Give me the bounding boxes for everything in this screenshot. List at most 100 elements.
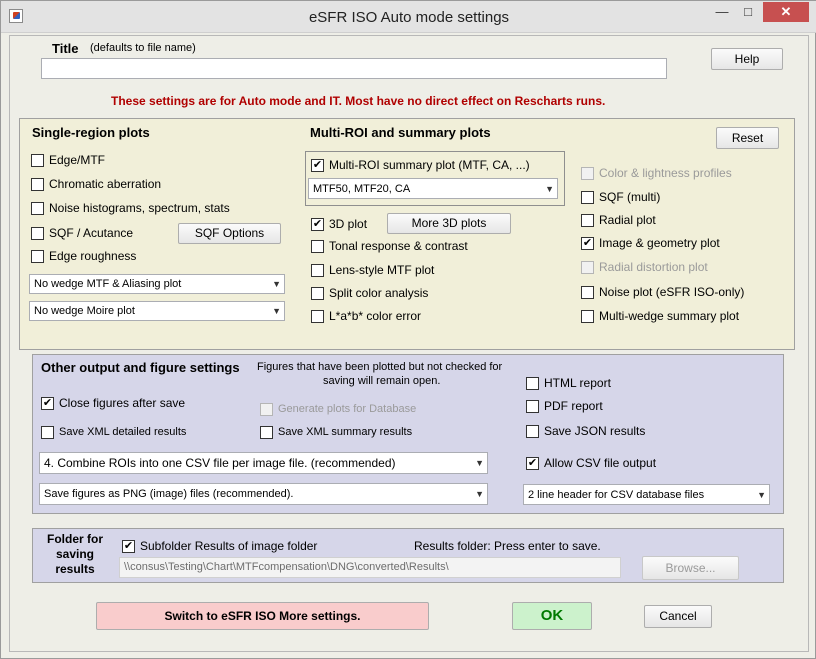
mode-notice: These settings are for Auto mode and IT.… [111,94,606,108]
checkbox-label: Color & lightness profiles [599,166,732,180]
checkmark-icon[interactable]: ✔ [122,539,135,553]
checkbox-multi-roi-summary[interactable]: ✔ Multi-ROI summary plot (MTF, CA, ...) [311,157,530,173]
ok-button[interactable]: OK [512,602,592,630]
results-folder-hint: Results folder: Press enter to save. [414,539,601,553]
checkbox-label: HTML report [544,376,611,390]
checkbox-box[interactable] [311,239,324,253]
checkbox-box[interactable] [31,226,44,240]
checkmark-icon[interactable]: ✔ [311,217,324,231]
checkbox-radial-plot[interactable]: Radial plot [581,212,656,228]
minimize-icon[interactable]: — [709,2,735,22]
title-input[interactable] [41,58,667,79]
chevron-down-icon: ▼ [272,279,281,289]
checkbox-3d-plot[interactable]: ✔ 3D plot [311,216,367,232]
checkmark-icon[interactable]: ✔ [581,236,594,250]
checkbox-html-report[interactable]: HTML report [526,375,611,391]
multi-roi-heading: Multi-ROI and summary plots [310,125,491,140]
help-button[interactable]: Help [711,48,783,70]
select-value: MTF50, MTF20, CA [313,182,411,195]
select-value: Save figures as PNG (image) files (recom… [44,488,294,500]
checkbox-radial-distortion: Radial distortion plot [581,259,708,275]
checkbox-edge-mtf[interactable]: Edge/MTF [31,152,105,168]
checkbox-pdf-report[interactable]: PDF report [526,398,603,414]
sqf-options-button[interactable]: SQF Options [178,223,281,244]
figure-format-select[interactable]: Save figures as PNG (image) files (recom… [39,483,488,505]
wedge-mtf-select[interactable]: No wedge MTF & Aliasing plot ▼ [29,274,285,294]
checkbox-box [260,402,273,416]
select-value: 4. Combine ROIs into one CSV file per im… [44,456,396,470]
checkbox-allow-csv[interactable]: ✔ Allow CSV file output [526,455,656,471]
checkbox-lab-color-error[interactable]: L*a*b* color error [311,308,421,324]
combine-rois-select[interactable]: 4. Combine ROIs into one CSV file per im… [39,452,488,474]
checkbox-box[interactable] [311,309,324,323]
checkbox-sqf-acutance[interactable]: SQF / Acutance [31,225,133,241]
checkbox-split-color[interactable]: Split color analysis [311,285,428,301]
checkbox-label: Save JSON results [544,424,646,438]
browse-button[interactable]: Browse... [642,556,739,580]
checkbox-box[interactable] [581,309,594,323]
checkbox-save-json[interactable]: Save JSON results [526,423,645,439]
output-heading: Other output and figure settings [41,360,240,375]
checkbox-label: Close figures after save [59,396,186,410]
cancel-button[interactable]: Cancel [644,605,712,628]
checkmark-icon[interactable]: ✔ [526,456,539,470]
checkmark-icon[interactable]: ✔ [311,158,324,172]
checkbox-label: Radial distortion plot [599,260,708,274]
checkbox-box[interactable] [31,177,44,191]
checkbox-box[interactable] [41,425,54,439]
checkbox-box[interactable] [581,190,594,204]
checkbox-box[interactable] [260,425,273,439]
checkbox-box[interactable] [581,213,594,227]
checkbox-box[interactable] [31,249,44,263]
close-icon[interactable]: ✕ [763,2,809,22]
checkbox-save-xml-summary[interactable]: Save XML summary results [260,424,412,440]
checkbox-box [581,260,594,274]
more-3d-plots-button[interactable]: More 3D plots [387,213,511,234]
checkmark-icon[interactable]: ✔ [41,396,54,410]
checkbox-box[interactable] [311,286,324,300]
checkbox-label: 3D plot [329,217,368,231]
checkbox-label: Subfolder Results of image folder [140,539,318,553]
checkbox-edge-roughness[interactable]: Edge roughness [31,248,136,264]
checkbox-close-figures[interactable]: ✔ Close figures after save [41,395,185,411]
checkbox-box[interactable] [581,285,594,299]
switch-more-settings-button[interactable]: Switch to eSFR ISO More settings. [96,602,429,630]
title-bar: eSFR ISO Auto mode settings — □ ✕ [1,1,816,33]
output-note-line2: saving will remain open. [323,375,441,387]
checkbox-label: L*a*b* color error [329,309,422,323]
checkbox-label: Multi-ROI summary plot (MTF, CA, ...) [329,158,530,172]
checkbox-subfolder-results[interactable]: ✔ Subfolder Results of image folder [122,538,317,554]
checkbox-box[interactable] [526,399,539,413]
single-region-heading: Single-region plots [32,125,150,140]
checkbox-box[interactable] [31,153,44,167]
checkbox-box[interactable] [526,376,539,390]
window-title: eSFR ISO Auto mode settings [308,9,510,26]
wedge-moire-select[interactable]: No wedge Moire plot ▼ [29,301,285,321]
checkbox-tonal-response[interactable]: Tonal response & contrast [311,238,468,254]
results-path-input[interactable]: \\consus\Testing\Chart\MTFcompensation\D… [119,557,621,578]
maximize-icon[interactable]: □ [735,2,761,22]
checkbox-sqf-multi[interactable]: SQF (multi) [581,189,660,205]
select-value: No wedge MTF & Aliasing plot [34,278,182,290]
checkbox-label: SQF / Acutance [49,226,134,240]
checkbox-box[interactable] [31,201,44,215]
checkbox-save-xml-detailed[interactable]: Save XML detailed results [41,424,186,440]
folder-heading-line3: results [55,562,95,576]
checkbox-box[interactable] [311,263,324,277]
checkbox-multi-wedge-summary[interactable]: Multi-wedge summary plot [581,308,739,324]
checkbox-chromatic-aberration[interactable]: Chromatic aberration [31,176,161,192]
checkbox-image-geometry-plot[interactable]: ✔ Image & geometry plot [581,235,720,251]
select-value: 2 line header for CSV database files [528,488,705,501]
checkbox-label: SQF (multi) [599,190,661,204]
reset-button[interactable]: Reset [716,127,779,149]
title-hint: (defaults to file name) [90,42,196,54]
checkbox-label: Save XML detailed results [59,426,187,438]
title-label: Title [52,41,79,56]
checkbox-lens-style-mtf[interactable]: Lens-style MTF plot [311,262,434,278]
checkbox-noise-histograms[interactable]: Noise histograms, spectrum, stats [31,200,230,216]
checkbox-box[interactable] [526,424,539,438]
checkbox-color-lightness-profiles: Color & lightness profiles [581,165,732,181]
checkbox-noise-plot[interactable]: Noise plot (eSFR ISO-only) [581,284,744,300]
summary-metrics-select[interactable]: MTF50, MTF20, CA ▼ [308,178,558,199]
csv-header-select[interactable]: 2 line header for CSV database files ▼ [523,484,770,505]
